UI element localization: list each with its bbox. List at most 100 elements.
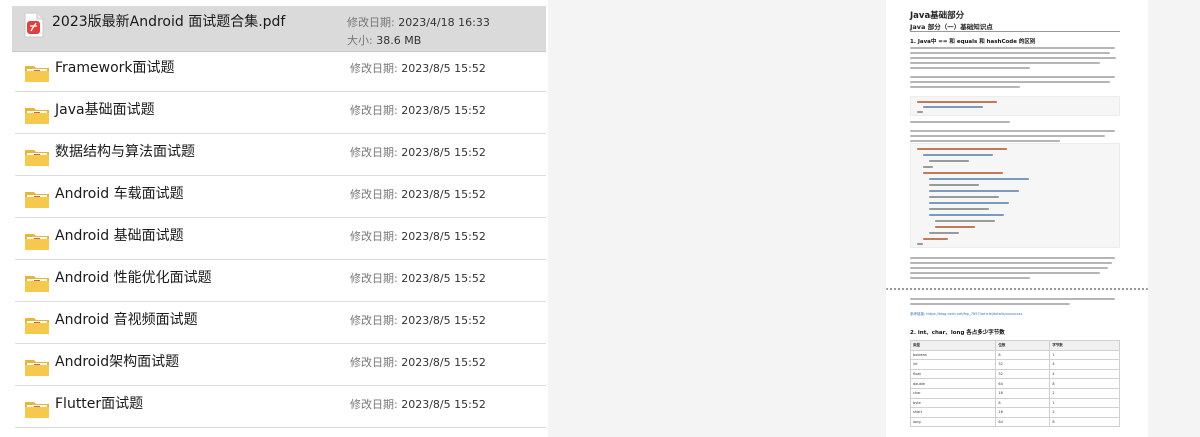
table-cell: double — [909, 378, 997, 389]
file-row[interactable]: 2023版最新Android 面试题合集.pdf 修改日期: 2023/4/18 … — [12, 6, 546, 52]
file-modified-date: 修改日期: 2023/8/5 15:52 — [350, 314, 486, 327]
file-row[interactable]: Android架构面试题 修改日期: 2023/8/5 15:52 — [15, 346, 546, 386]
code-line — [929, 202, 1009, 204]
file-modified-date: 修改日期: 2023/8/5 15:52 — [350, 104, 486, 117]
reference-link[interactable]: 参考链接: https://blog.csdn.net/fsp_7657/art… — [910, 312, 1022, 317]
code-line — [929, 214, 1004, 216]
doc-text-line — [910, 135, 1105, 137]
doc-text-line — [910, 62, 1100, 64]
table-row: int 32 4 — [909, 359, 1120, 370]
table-row: short 16 2 — [909, 407, 1120, 418]
doc-text-line — [910, 130, 1115, 132]
doc-title: Java基础部分 — [910, 11, 965, 21]
file-list: 2023版最新Android 面试题合集.pdf 修改日期: 2023/4/18 … — [0, 0, 548, 437]
code-line — [917, 101, 997, 103]
code-line — [923, 166, 933, 168]
table-cell: 4 — [1049, 359, 1120, 370]
doc-text-line — [910, 257, 1115, 259]
folder-icon — [24, 63, 50, 83]
byte-size-table: 类型 位数 字节数 boolean 8 1 int 32 4 float 32 4 double 64 8 c… — [909, 340, 1120, 428]
folder-icon — [24, 399, 50, 419]
file-row[interactable]: 数据结构与算法面试题 修改日期: 2023/8/5 15:52 — [15, 136, 546, 176]
code-line — [917, 111, 923, 113]
table-cell: byte — [909, 397, 997, 409]
file-name: Android 基础面试题 — [55, 228, 184, 244]
code-line — [923, 106, 983, 108]
doc-section-1-heading: 1. Java中 == 和 equals 和 hashCode 的区别 — [910, 39, 1036, 45]
table-cell: 2 — [1049, 407, 1120, 418]
file-name: Framework面试题 — [55, 60, 175, 76]
code-line — [929, 184, 979, 186]
doc-text-line — [910, 67, 1030, 69]
folder-icon — [24, 315, 50, 335]
table-cell: 位数 — [995, 340, 1051, 351]
folder-icon — [24, 273, 50, 293]
code-line — [917, 243, 923, 245]
table-cell: 8 — [995, 397, 1051, 409]
code-line — [917, 148, 1007, 150]
code-line — [935, 220, 995, 222]
table-cell: 4 — [1049, 368, 1120, 380]
file-name: Android 音视频面试题 — [55, 312, 198, 328]
file-modified-date: 修改日期: 2023/8/5 15:52 — [350, 272, 486, 285]
file-name: 2023版最新Android 面试题合集.pdf — [52, 14, 286, 30]
doc-text-line — [910, 52, 1110, 54]
table-cell: char — [909, 387, 997, 399]
pdf-file-icon — [21, 12, 47, 38]
code-line — [923, 238, 948, 240]
table-cell: 32 — [995, 368, 1051, 380]
file-name: Android 性能优化面试题 — [55, 270, 212, 286]
doc-text-line — [910, 76, 1115, 78]
table-cell: float — [909, 368, 997, 380]
doc-section-2-heading: 2. int、char、long 各占多少字节数 — [910, 330, 1005, 336]
table-row: char 16 2 — [909, 387, 1120, 399]
code-line — [929, 190, 1019, 192]
file-name: Flutter面试题 — [55, 396, 144, 412]
code-line — [923, 154, 993, 156]
folder-icon — [24, 147, 50, 167]
file-row[interactable]: Flutter面试题 修改日期: 2023/8/5 15:52 — [15, 388, 546, 428]
table-row: double 64 8 — [909, 378, 1120, 389]
code-block-2 — [910, 143, 1120, 248]
file-name: Android架构面试题 — [55, 354, 180, 370]
doc-divider — [910, 31, 1120, 32]
file-size: 大小: 38.6 MB — [347, 34, 422, 47]
doc-subtitle: Java 部分（一）基础知识点 — [910, 23, 993, 31]
folder-icon — [24, 357, 50, 377]
code-line — [929, 232, 959, 234]
doc-text-line — [910, 267, 1108, 269]
file-row[interactable]: Framework面试题 修改日期: 2023/8/5 15:52 — [15, 52, 546, 92]
file-row[interactable]: Android 性能优化面试题 修改日期: 2023/8/5 15:52 — [15, 262, 546, 302]
file-modified-date: 修改日期: 2023/8/5 15:52 — [350, 230, 486, 243]
doc-text-line — [910, 298, 1115, 300]
file-name: Android 车载面试题 — [55, 186, 184, 202]
folder-icon — [24, 231, 50, 251]
table-row: byte 8 1 — [909, 397, 1120, 409]
file-row[interactable]: Android 车载面试题 修改日期: 2023/8/5 15:52 — [15, 178, 546, 218]
file-modified-date: 修改日期: 2023/8/5 15:52 — [350, 188, 486, 201]
file-row[interactable]: Android 基础面试题 修改日期: 2023/8/5 15:52 — [15, 220, 546, 260]
doc-text-line — [910, 86, 1020, 88]
doc-text-line — [910, 272, 1100, 274]
doc-text-line — [910, 81, 1110, 83]
table-cell: 16 — [995, 407, 1051, 418]
document-page[interactable]: Java基础部分 Java 部分（一）基础知识点 1. Java中 == 和 e… — [886, 0, 1148, 437]
table-cell: 16 — [995, 387, 1051, 399]
file-modified-date: 修改日期: 2023/8/5 15:52 — [350, 62, 486, 75]
table-cell: 64 — [995, 378, 1051, 389]
code-line — [929, 160, 969, 162]
file-modified-date: 修改日期: 2023/8/5 15:52 — [350, 356, 486, 369]
file-row[interactable]: Java基础面试题 修改日期: 2023/8/5 15:52 — [15, 94, 546, 134]
file-modified-date: 修改日期: 2023/8/5 15:52 — [350, 146, 486, 159]
doc-text-line — [910, 121, 1010, 123]
doc-text-line — [910, 262, 1112, 264]
doc-text-line — [910, 47, 1115, 49]
file-row[interactable]: Android 音视频面试题 修改日期: 2023/8/5 15:52 — [15, 304, 546, 344]
doc-text-line — [910, 277, 1030, 279]
table-cell: short — [909, 407, 997, 418]
table-cell: 8 — [995, 349, 1051, 361]
table-cell: 2 — [1049, 387, 1120, 399]
table-row: 类型 位数 字节数 — [909, 340, 1120, 351]
table-cell: 类型 — [909, 340, 997, 351]
code-block-1 — [910, 96, 1120, 116]
